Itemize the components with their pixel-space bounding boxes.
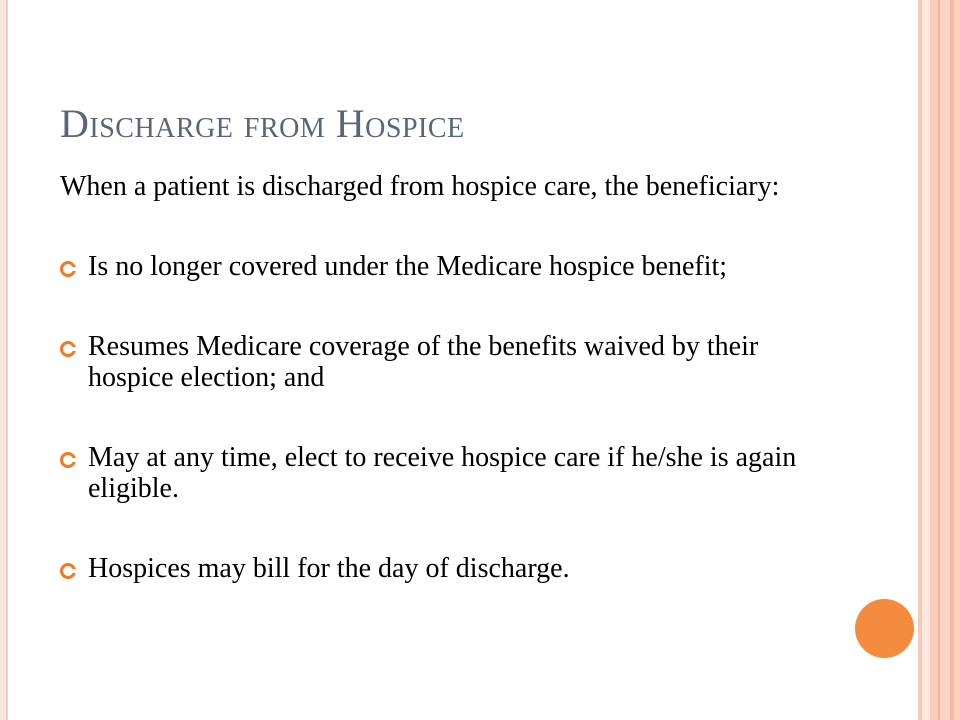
decorative-orange-circle: [855, 599, 914, 658]
slide-title: Discharge from Hospice: [60, 101, 465, 146]
bullet-item: May at any time, elect to receive hospic…: [60, 442, 830, 504]
stripe: [940, 0, 950, 720]
bullet-icon: [60, 341, 77, 357]
intro-text: When a patient is discharged from hospic…: [60, 171, 780, 202]
slide-body: When a patient is discharged from hospic…: [60, 171, 830, 584]
stripe: [954, 0, 960, 720]
bullet-text: May at any time, elect to receive hospic…: [88, 442, 797, 504]
bullet-icon: [60, 261, 77, 277]
bullet-icon: [60, 563, 77, 579]
stripe: [930, 0, 938, 720]
bullet-text: Is no longer covered under the Medicare …: [88, 251, 728, 282]
bullet-item: Hospices may bill for the day of dischar…: [60, 553, 830, 584]
bullet-item: Resumes Medicare coverage of the benefit…: [60, 331, 830, 393]
stripe: [922, 0, 930, 720]
bullet-text: Hospices may bill for the day of dischar…: [88, 553, 570, 584]
left-border-line: [6, 0, 8, 720]
bullet-text: Resumes Medicare coverage of the benefit…: [88, 331, 759, 393]
bullet-item: Is no longer covered under the Medicare …: [60, 251, 830, 282]
bullet-icon: [60, 452, 77, 468]
